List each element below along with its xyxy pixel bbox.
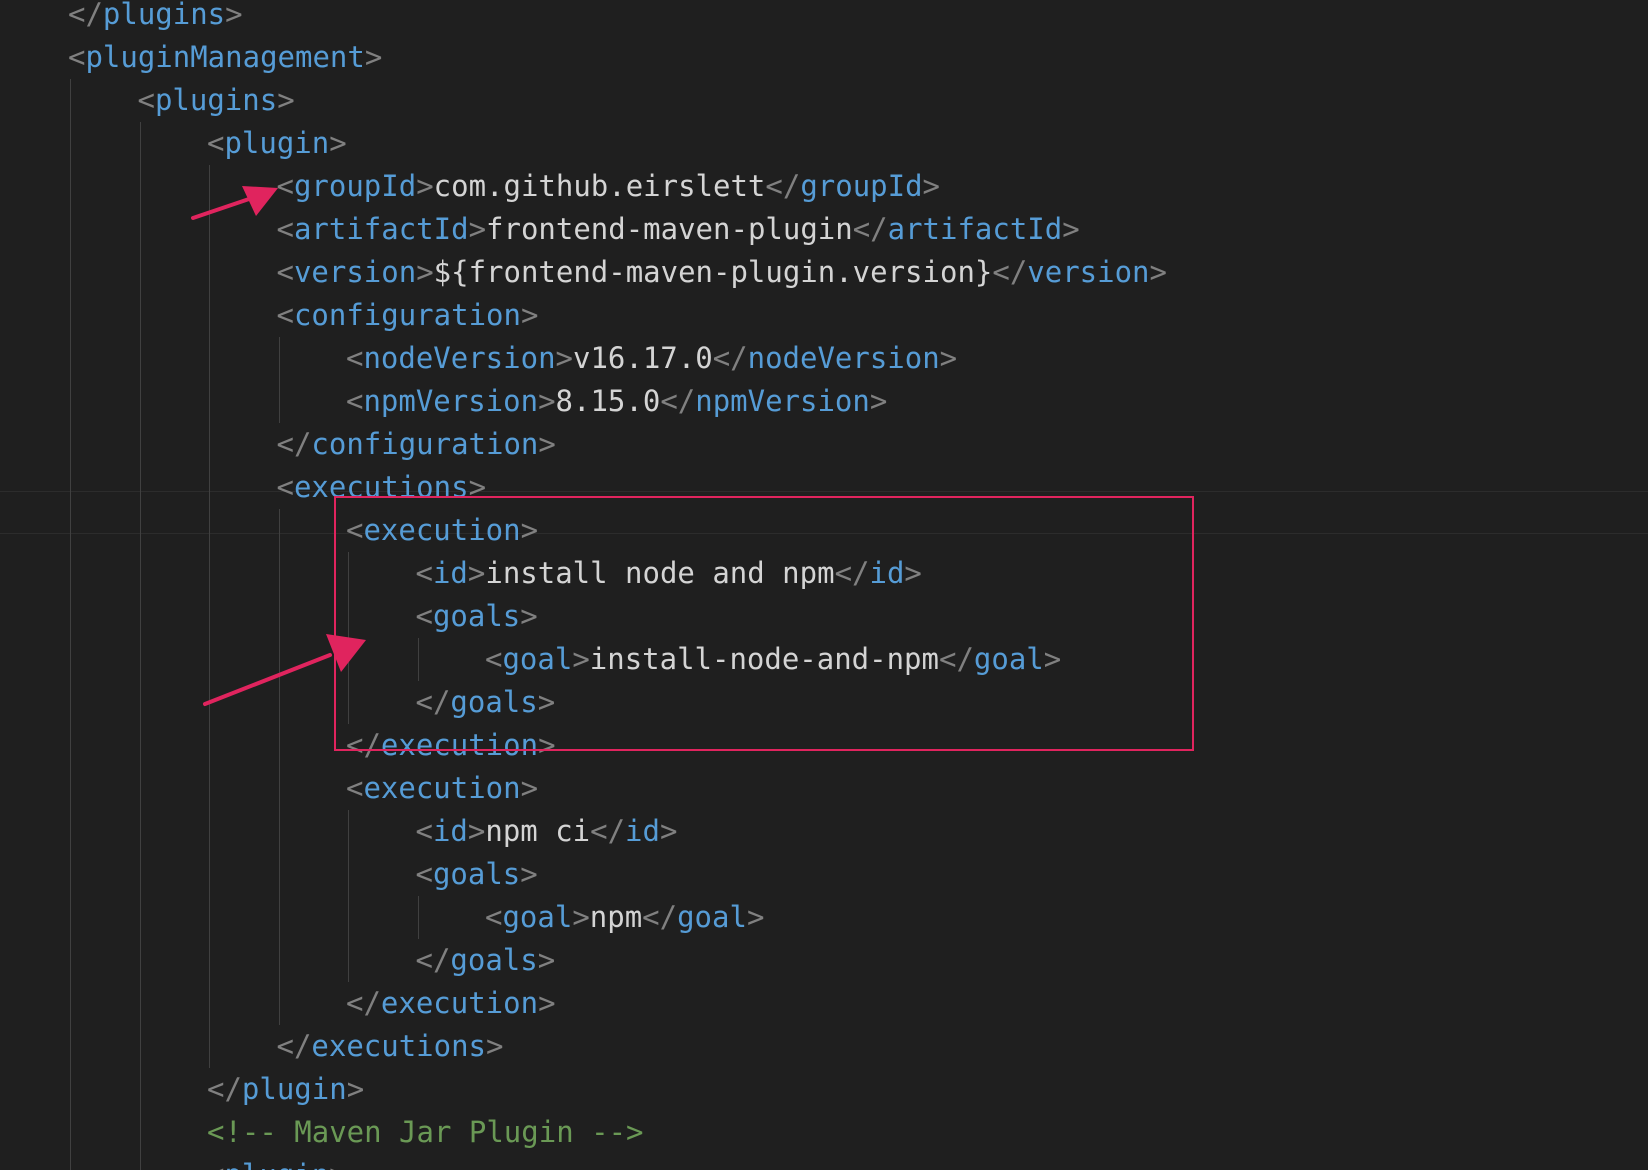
annotation-arrow-execution — [203, 634, 366, 706]
code-editor[interactable]: </plugins> <pluginManagement> <plugins> <pl… — [0, 0, 1648, 1170]
annotation-arrows — [191, 186, 366, 706]
annotation-arrow-artifactid — [191, 186, 278, 220]
